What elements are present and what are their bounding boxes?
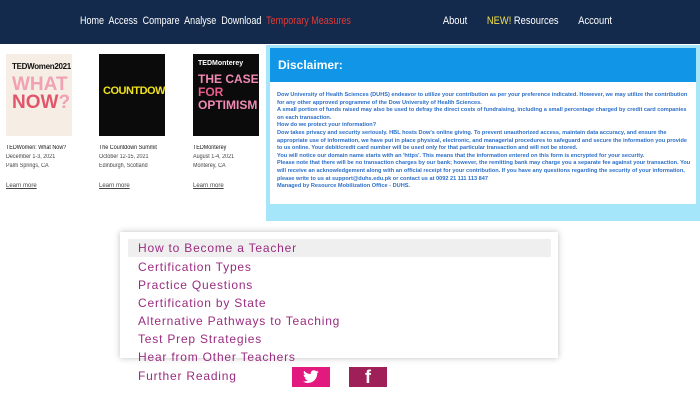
main-nav: Home Access Compare Analyse Download Tem… [80, 15, 353, 27]
facebook-icon: f [365, 366, 371, 387]
event-thumbnail[interactable]: COUNTDOWN [99, 54, 165, 136]
event-location: Palm Springs, CA [6, 163, 49, 169]
nav-temporary-measures[interactable]: Temporary Measures [266, 15, 351, 27]
event-card-tedmonterey: TEDMonterey THE CASE FOR OPTIMISM TEDMon… [193, 54, 273, 192]
nav-resources[interactable]: NEW! Resources [487, 15, 559, 27]
menu-item-test-prep[interactable]: Test Prep Strategies [138, 332, 262, 346]
event-thumbnail[interactable]: TEDMonterey THE CASE FOR OPTIMISM [193, 54, 259, 136]
disclaimer-subheading: How do we protect your information? [277, 122, 377, 129]
thumb-word: ? [58, 92, 71, 113]
disclaimer-paragraph: A small portion of funds raised may also… [277, 107, 687, 121]
twitter-button[interactable] [292, 367, 330, 387]
event-location: Monterey, CA [193, 163, 226, 169]
thumb-headline: WHAT NOW? [12, 75, 70, 113]
nav-download[interactable]: Download [221, 15, 261, 27]
thumb-brand: TEDWomen2021 [12, 62, 71, 71]
menu-item-further-reading[interactable]: Further Reading [138, 369, 237, 383]
menu-item-certification-by-state[interactable]: Certification by State [138, 296, 266, 310]
disclaimer-footer: Managed by Resource Mobilization Office … [277, 183, 411, 190]
learn-more-link[interactable]: Learn more [6, 183, 37, 189]
event-thumbnail[interactable]: TEDWomen2021 WHAT NOW? [6, 54, 72, 136]
disclaimer-paragraph: Please note that there will be no transa… [277, 160, 691, 182]
thumb-headline: THE CASE FOR OPTIMISM [198, 73, 259, 112]
event-card-countdown: COUNTDOWN The Countdown Summit October 1… [99, 54, 179, 192]
twitter-icon [303, 370, 319, 383]
menu-item-how-to-become-teacher[interactable]: How to Become a Teacher [128, 239, 551, 257]
disclaimer-paragraph: Dow University of Health Sciences (DUHS)… [277, 92, 688, 106]
nav-account[interactable]: Account [578, 15, 612, 27]
disclaimer-header: Disclaimer: [270, 48, 696, 82]
disclaimer-paragraph: You will notice our domain name starts w… [277, 152, 645, 159]
event-date: August 1-4, 2021 [193, 154, 235, 160]
menu-item-certification-types[interactable]: Certification Types [138, 260, 252, 274]
menu-item-hear-from-teachers[interactable]: Hear from Other Teachers [138, 350, 296, 364]
event-title: TEDMonterey [193, 145, 227, 151]
event-date: October 12-15, 2021 [99, 154, 149, 160]
event-title: TEDWomen: What Now? [6, 145, 67, 151]
menu-item-alternative-pathways[interactable]: Alternative Pathways to Teaching [138, 314, 340, 328]
nav-home[interactable]: Home [80, 15, 104, 27]
top-navigation-bar: Home Access Compare Analyse Download Tem… [0, 0, 700, 44]
disclaimer-text: Dow University of Health Sciences (DUHS)… [277, 92, 692, 191]
learn-more-link[interactable]: Learn more [193, 183, 224, 189]
thumb-word: FOR [198, 85, 224, 99]
nav-resources-label: Resources [513, 15, 559, 27]
nav-about[interactable]: About [443, 15, 467, 27]
nav-access[interactable]: Access [109, 15, 138, 27]
nav-analyse[interactable]: Analyse [184, 15, 216, 27]
event-title: The Countdown Summit [99, 145, 157, 151]
event-date: December 1-3, 2021 [6, 154, 56, 160]
thumb-brand: TEDMonterey [198, 60, 244, 67]
thumb-word: NOW [12, 92, 59, 113]
thumb-word: THE CASE [198, 72, 259, 86]
new-badge: NEW! [486, 15, 512, 27]
secondary-nav: About NEW! Resources Account [426, 15, 612, 27]
event-card-tedwomen: TEDWomen2021 WHAT NOW? TEDWomen: What No… [6, 54, 86, 192]
disclaimer-paragraph: Dow takes privacy and security seriously… [277, 129, 687, 152]
event-location: Edinburgh, Scotland [99, 163, 148, 169]
menu-item-practice-questions[interactable]: Practice Questions [138, 278, 253, 292]
facebook-button[interactable]: f [349, 367, 387, 387]
nav-compare[interactable]: Compare [143, 15, 180, 27]
thumb-word: OPTIMISM [198, 98, 258, 112]
disclaimer-title: Disclaimer: [278, 58, 343, 72]
learn-more-link[interactable]: Learn more [99, 183, 130, 189]
thumb-headline: COUNTDOWN [103, 85, 165, 97]
